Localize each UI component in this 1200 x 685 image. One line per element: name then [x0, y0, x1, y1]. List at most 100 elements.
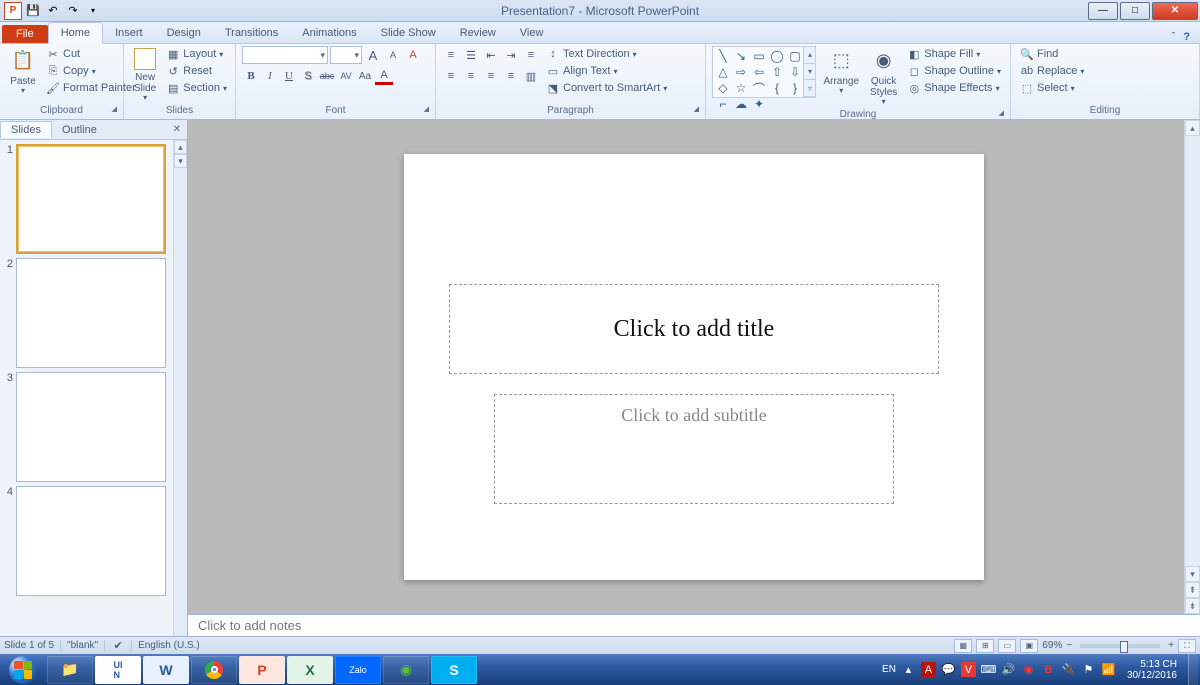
font-color-button[interactable]: A [375, 67, 393, 85]
shape-roundrect-icon[interactable]: ▢ [787, 49, 803, 63]
show-desktop-button[interactable] [1188, 654, 1198, 685]
shape-fill-button[interactable]: ◧Shape Fill▾ [904, 46, 1004, 62]
tray-clock[interactable]: 5:13 CH 30/12/2016 [1121, 659, 1183, 681]
tab-slideshow[interactable]: Slide Show [369, 23, 448, 43]
taskbar-excel[interactable]: X [287, 656, 333, 684]
shape-star-icon[interactable]: ☆ [733, 81, 749, 95]
shape-bracket-icon[interactable]: { [769, 81, 785, 95]
taskbar-zalo[interactable]: Zalo [335, 656, 381, 684]
help-icon[interactable]: ? [1183, 31, 1190, 43]
tab-transitions[interactable]: Transitions [213, 23, 290, 43]
tab-design[interactable]: Design [155, 23, 213, 43]
shape-line-icon[interactable]: ╲ [715, 49, 731, 63]
fit-window-button[interactable]: ⛶ [1178, 639, 1196, 653]
tab-outline[interactable]: Outline [52, 122, 107, 138]
strike-button[interactable]: abc [318, 67, 336, 85]
bullets-button[interactable]: ≡ [442, 46, 460, 64]
select-button[interactable]: ⬚Select▾ [1017, 80, 1087, 96]
tab-home[interactable]: Home [48, 22, 103, 44]
tray-language[interactable]: EN [882, 664, 896, 675]
paste-button[interactable]: 📋 Paste▾ [6, 46, 40, 98]
shapes-gallery-scroll[interactable]: ▴▾▿ [803, 47, 815, 97]
reset-button[interactable]: ↺Reset [163, 63, 230, 79]
taskbar-coccoc[interactable]: ◉ [383, 656, 429, 684]
tab-animations[interactable]: Animations [290, 23, 368, 43]
quick-styles-button[interactable]: ◉QuickStyles▾ [866, 46, 901, 109]
shadow-button[interactable]: S [299, 67, 317, 85]
font-size-combo[interactable] [330, 46, 362, 64]
text-direction-button[interactable]: ↕Text Direction▾ [543, 46, 670, 62]
zoom-in-button[interactable]: + [1168, 640, 1174, 651]
maximize-button[interactable]: □ [1120, 2, 1150, 20]
justify-button[interactable]: ≡ [502, 67, 520, 85]
slide-canvas[interactable]: Click to add title Click to add subtitle [404, 154, 984, 580]
columns-button[interactable]: ▥ [522, 67, 540, 85]
taskbar-powerpoint[interactable]: P [239, 656, 285, 684]
sorter-view-button[interactable]: ⊞ [976, 639, 994, 653]
save-icon[interactable]: 💾 [24, 2, 42, 20]
minimize-button[interactable]: — [1088, 2, 1118, 20]
clear-format-button[interactable]: A [404, 46, 422, 64]
normal-view-button[interactable]: ▦ [954, 639, 972, 653]
shrink-font-button[interactable]: A [384, 46, 402, 64]
redo-icon[interactable]: ↷ [64, 2, 82, 20]
close-button[interactable]: ✕ [1152, 2, 1198, 20]
taskbar-skype[interactable]: S [431, 656, 477, 684]
start-button[interactable] [0, 654, 46, 685]
decrease-indent-button[interactable]: ⇤ [482, 46, 500, 64]
layout-button[interactable]: ▦Layout▾ [163, 46, 230, 62]
find-button[interactable]: 🔍Find [1017, 46, 1087, 62]
grow-font-button[interactable]: A [364, 46, 382, 64]
zoom-slider[interactable] [1080, 644, 1160, 648]
increase-indent-button[interactable]: ⇥ [502, 46, 520, 64]
bold-button[interactable]: B [242, 67, 260, 85]
align-left-button[interactable]: ≡ [442, 67, 460, 85]
align-right-button[interactable]: ≡ [482, 67, 500, 85]
slide-thumbnail-1[interactable] [16, 144, 166, 254]
slide-thumbnail-3[interactable] [16, 372, 166, 482]
spellcheck-icon[interactable]: ✔ [111, 639, 125, 653]
subtitle-placeholder[interactable]: Click to add subtitle [494, 394, 894, 504]
replace-button[interactable]: abReplace▾ [1017, 63, 1087, 79]
align-center-button[interactable]: ≡ [462, 67, 480, 85]
underline-button[interactable]: U [280, 67, 298, 85]
shape-arrow3-icon[interactable]: ⇦ [751, 65, 767, 79]
tab-review[interactable]: Review [448, 23, 508, 43]
title-placeholder[interactable]: Click to add title [449, 284, 939, 374]
tab-view[interactable]: View [508, 23, 556, 43]
tab-insert[interactable]: Insert [103, 23, 155, 43]
slide-thumbnail-4[interactable] [16, 486, 166, 596]
editor-scrollbar[interactable]: ▴▾⇞⇟ [1184, 120, 1200, 614]
slide-canvas-area[interactable]: Click to add title Click to add subtitle… [188, 120, 1200, 614]
qat-dropdown-icon[interactable]: ▾ [84, 2, 102, 20]
smartart-button[interactable]: ⬔Convert to SmartArt▾ [543, 80, 670, 96]
italic-button[interactable]: I [261, 67, 279, 85]
shape-diamond-icon[interactable]: ◇ [715, 81, 731, 95]
shape-triangle-icon[interactable]: △ [715, 65, 731, 79]
font-name-combo[interactable] [242, 46, 328, 64]
shape-curve-icon[interactable]: ⌒ [751, 81, 767, 95]
numbering-button[interactable]: ☰ [462, 46, 480, 64]
section-button[interactable]: ▤Section▾ [163, 80, 230, 96]
zoom-level[interactable]: 69% [1042, 640, 1062, 651]
shape-arrow2-icon[interactable]: ⇨ [733, 65, 749, 79]
new-slide-button[interactable]: NewSlide▾ [130, 46, 160, 105]
shapes-gallery[interactable]: ╲↘▭◯▢△ ⇨⇦⇧⇩◇☆ ⌒{}⌐☁✦ ▴▾▿ [712, 46, 816, 98]
shape-bracket2-icon[interactable]: } [787, 81, 803, 95]
thumbs-scrollbar[interactable]: ▴▾ [173, 140, 187, 636]
shape-rect-icon[interactable]: ▭ [751, 49, 767, 63]
shape-effects-button[interactable]: ◎Shape Effects▾ [904, 80, 1004, 96]
minimize-ribbon-icon[interactable]: ˆ [1172, 31, 1176, 43]
undo-icon[interactable]: ↶ [44, 2, 62, 20]
reading-view-button[interactable]: ▭ [998, 639, 1016, 653]
align-text-button[interactable]: ▭Align Text▾ [543, 63, 670, 79]
shape-outline-button[interactable]: ◻Shape Outline▾ [904, 63, 1004, 79]
taskbar-unikey[interactable]: UIN [95, 656, 141, 684]
shape-oval-icon[interactable]: ◯ [769, 49, 785, 63]
taskbar-chrome[interactable] [191, 656, 237, 684]
shape-arrow4-icon[interactable]: ⇧ [769, 65, 785, 79]
arrange-button[interactable]: ⬚Arrange▾ [819, 46, 863, 98]
shape-arrow5-icon[interactable]: ⇩ [787, 65, 803, 79]
app-icon[interactable]: P [4, 2, 22, 20]
zoom-out-button[interactable]: − [1066, 640, 1072, 651]
